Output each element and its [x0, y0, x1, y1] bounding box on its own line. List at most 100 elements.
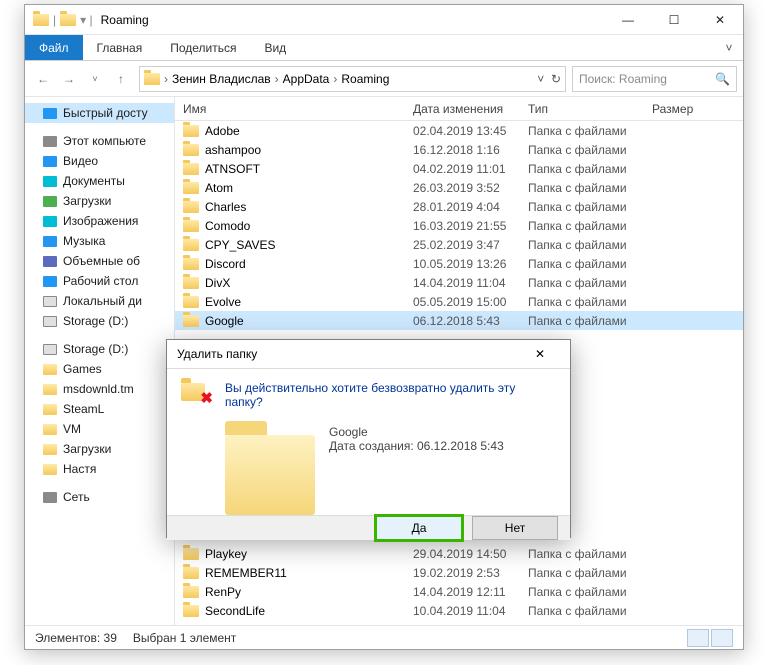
table-row[interactable]: DivX14.04.2019 11:04Папка с файлами [175, 273, 743, 292]
file-date: 26.03.2019 3:52 [413, 181, 528, 195]
yes-button[interactable]: Да [376, 516, 462, 540]
table-row[interactable]: Evolve05.05.2019 15:00Папка с файлами [175, 292, 743, 311]
file-type: Папка с файлами [528, 219, 652, 233]
ribbon-collapse-icon[interactable]: ˅ [715, 35, 743, 60]
nav-localdisk[interactable]: Локальный ди [25, 291, 174, 311]
breadcrumb[interactable]: › Зенин Владислав › AppData › Roaming ˅ … [139, 66, 566, 92]
nav-downloads[interactable]: Загрузки [25, 191, 174, 211]
table-row[interactable]: Playkey29.04.2019 14:50Папка с файлами [175, 544, 743, 563]
file-type: Папка с файлами [528, 181, 652, 195]
close-button[interactable]: ✕ [697, 5, 743, 35]
table-row[interactable]: CPY_SAVES25.02.2019 3:47Папка с файлами [175, 235, 743, 254]
back-button[interactable]: ← [31, 67, 55, 91]
nav-downloads2[interactable]: Загрузки [25, 439, 174, 459]
col-date[interactable]: Дата изменения [413, 102, 528, 116]
nav-msdownld[interactable]: msdownld.tm [25, 379, 174, 399]
folder-icon [183, 220, 199, 232]
crumb-segment[interactable]: AppData [283, 72, 330, 86]
nav-images[interactable]: Изображения [25, 211, 174, 231]
nav-3d[interactable]: Объемные об [25, 251, 174, 271]
forward-button[interactable]: → [57, 67, 81, 91]
no-button[interactable]: Нет [472, 516, 558, 540]
file-date: 25.02.2019 3:47 [413, 238, 528, 252]
table-row[interactable]: Discord10.05.2019 13:26Папка с файлами [175, 254, 743, 273]
folder-icon [183, 182, 199, 194]
file-name: RenPy [205, 585, 241, 599]
nav-vm[interactable]: VM [25, 419, 174, 439]
view-icons-button[interactable] [711, 629, 733, 647]
folder-large-icon [225, 435, 315, 515]
qat-dd[interactable]: ▾ | [80, 13, 92, 27]
column-headers[interactable]: Имя Дата изменения Тип Размер [175, 97, 743, 121]
recent-dropdown[interactable]: ˅ [83, 67, 107, 91]
breadcrumb-dropdown[interactable]: ˅ ↻ [537, 72, 561, 86]
table-row[interactable]: ashampoo16.12.2018 1:16Папка с файлами [175, 140, 743, 159]
table-row[interactable]: Adobe02.04.2019 13:45Папка с файлами [175, 121, 743, 140]
table-row[interactable]: REMEMBER1119.02.2019 2:53Папка с файлами [175, 563, 743, 582]
file-name: Evolve [205, 295, 241, 309]
nav-nastya[interactable]: Настя [25, 459, 174, 479]
file-type: Папка с файлами [528, 143, 652, 157]
col-type[interactable]: Тип [528, 102, 652, 116]
nav-games[interactable]: Games [25, 359, 174, 379]
folder-icon [33, 14, 49, 26]
titlebar: | ▾ | Roaming — ☐ ✕ [25, 5, 743, 35]
file-name: SecondLife [205, 604, 265, 618]
nav-video[interactable]: Видео [25, 151, 174, 171]
view-details-button[interactable] [687, 629, 709, 647]
nav-documents[interactable]: Документы [25, 171, 174, 191]
file-name: Google [205, 314, 244, 328]
file-name: Playkey [205, 547, 247, 561]
nav-this-pc[interactable]: Этот компьюте [25, 131, 174, 151]
crumb-segment[interactable]: Зенин Владислав [172, 72, 271, 86]
nav-storage-d[interactable]: Storage (D:) [25, 311, 174, 331]
nav-quick-access[interactable]: Быстрый досту [25, 103, 174, 123]
folder-icon [144, 73, 160, 85]
qat-sep: | [53, 13, 56, 27]
delete-folder-icon: ✖ [181, 381, 213, 407]
status-bar: Элементов: 39 Выбран 1 элемент [25, 625, 743, 649]
crumb-segment[interactable]: Roaming [341, 72, 389, 86]
file-date: 04.02.2019 11:01 [413, 162, 528, 176]
tab-file[interactable]: Файл [25, 35, 83, 60]
table-row[interactable]: Google06.12.2018 5:43Папка с файлами [175, 311, 743, 330]
file-name: ashampoo [205, 143, 261, 157]
table-row[interactable]: Atom 26.03.2019 3:52Папка с файлами [175, 178, 743, 197]
col-size[interactable]: Размер [652, 102, 743, 116]
file-date: 28.01.2019 4:04 [413, 200, 528, 214]
table-row[interactable]: Comodo16.03.2019 21:55Папка с файлами [175, 216, 743, 235]
col-name[interactable]: Имя [183, 102, 413, 116]
dialog-close-button[interactable]: ✕ [520, 340, 560, 368]
chevron-right-icon: › [333, 72, 337, 86]
file-date: 14.04.2019 11:04 [413, 276, 528, 290]
tab-view[interactable]: Вид [250, 35, 300, 60]
table-row[interactable]: RenPy14.04.2019 12:11Папка с файлами [175, 582, 743, 601]
nav-steaml[interactable]: SteamL [25, 399, 174, 419]
window-buttons: — ☐ ✕ [605, 5, 743, 35]
file-type: Папка с файлами [528, 604, 652, 618]
minimize-button[interactable]: — [605, 5, 651, 35]
folder-icon [60, 14, 76, 26]
dialog-message: Вы действительно хотите безвозвратно уда… [225, 381, 556, 409]
folder-icon [183, 548, 199, 560]
table-row[interactable]: ATNSOFT04.02.2019 11:01Папка с файлами [175, 159, 743, 178]
search-input[interactable]: Поиск: Roaming 🔍 [572, 66, 737, 92]
folder-icon [183, 201, 199, 213]
tab-home[interactable]: Главная [83, 35, 157, 60]
table-row[interactable]: SecondLife10.04.2019 11:04Папка с файлам… [175, 601, 743, 620]
file-type: Папка с файлами [528, 162, 652, 176]
file-date: 19.02.2019 2:53 [413, 566, 528, 580]
nav-network[interactable]: Сеть [25, 487, 174, 507]
nav-desktop[interactable]: Рабочий стол [25, 271, 174, 291]
file-name: Atom [205, 181, 233, 195]
maximize-button[interactable]: ☐ [651, 5, 697, 35]
file-type: Папка с файлами [528, 566, 652, 580]
dialog-item-name: Google [329, 425, 504, 439]
up-button[interactable]: ↑ [109, 67, 133, 91]
dialog-titlebar: Удалить папку ✕ [167, 340, 570, 369]
delete-confirm-dialog: Удалить папку ✕ ✖ Вы действительно хотит… [166, 339, 571, 538]
table-row[interactable]: Charles28.01.2019 4:04Папка с файлами [175, 197, 743, 216]
tab-share[interactable]: Поделиться [156, 35, 250, 60]
nav-storage-d2[interactable]: Storage (D:) [25, 339, 174, 359]
nav-music[interactable]: Музыка [25, 231, 174, 251]
